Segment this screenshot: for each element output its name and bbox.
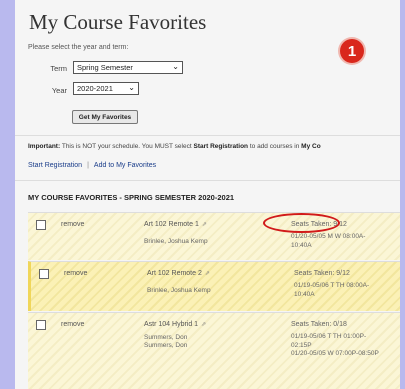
get-favorites-button[interactable]: Get My Favorites <box>72 110 138 124</box>
term-label: Term <box>50 64 67 73</box>
instruction-text: Please select the year and term: <box>28 44 129 51</box>
course-name: Art 102 Remote 1 ⇗ <box>144 221 207 228</box>
seats-taken: Seats Taken: 0/18 <box>291 321 347 328</box>
action-links: Start Registration | Add to My Favorites <box>28 162 156 169</box>
meeting-time-line: 10:40A <box>291 241 312 249</box>
year-label: Year <box>51 86 67 95</box>
instructor-line: Summers, Don <box>144 334 188 341</box>
external-link-icon[interactable]: ⇗ <box>202 222 207 228</box>
meeting-time-line: 01/20-05/05 M W 08:00A- <box>291 233 366 240</box>
meeting-time-line: 10:40A <box>294 290 315 298</box>
chevron-down-icon: ⌄ <box>172 62 179 71</box>
instructor-name: Summers, Don Summers, Don <box>144 334 187 350</box>
external-link-icon[interactable]: ⇗ <box>205 271 210 277</box>
important-notice: Important: This is NOT your schedule. Yo… <box>28 143 321 150</box>
year-select[interactable]: 2020-2021 ⌄ <box>73 82 139 95</box>
remove-checkbox[interactable] <box>36 320 46 330</box>
external-link-icon[interactable]: ⇗ <box>201 322 206 328</box>
favorite-row: remove Art 102 Remote 2 ⇗ Brinlee, Joshua… <box>28 261 400 311</box>
add-to-favorites-link[interactable]: Add to My Favorites <box>94 162 156 169</box>
meeting-time-line: 02:15P <box>291 341 312 349</box>
remove-label: remove <box>61 321 85 328</box>
favorite-row: remove Astr 104 Hybrid 1 ⇗ Summers, Don S… <box>28 312 400 389</box>
section-title: MY COURSE FAVORITES - SPRING SEMESTER 20… <box>28 193 235 202</box>
year-select-value: 2020-2021 <box>77 84 113 93</box>
page-frame: My Course Favorites 1 Please select the … <box>15 0 400 389</box>
divider <box>15 135 400 136</box>
divider <box>15 180 400 181</box>
meeting-times: 01/19-05/06 T TH 01:00P- 02:15P 01/20-05… <box>291 333 379 359</box>
course-link[interactable]: Art 102 Remote 1 <box>144 221 199 228</box>
start-registration-link[interactable]: Start Registration <box>28 162 82 169</box>
notice-tail: My Co <box>301 143 321 150</box>
chevron-down-icon: ⌄ <box>128 83 135 92</box>
page-title: My Course Favorites <box>29 10 207 34</box>
notice-start-registration: Start Registration <box>193 143 249 150</box>
term-select[interactable]: Spring Semester ⌄ <box>73 61 183 74</box>
favorite-row: remove Art 102 Remote 1 ⇗ Brinlee, Joshua… <box>28 212 400 260</box>
remove-label: remove <box>61 221 85 228</box>
seats-taken: Seats Taken: 9/12 <box>294 270 350 277</box>
meeting-time-line: 01/19-05/06 T TH 08:00A- <box>294 282 370 289</box>
term-select-value: Spring Semester <box>77 63 133 72</box>
instructor-name: Brinlee, Joshua Kemp <box>144 238 208 245</box>
remove-checkbox[interactable] <box>39 269 49 279</box>
notice-text-2: to add courses in <box>249 143 300 150</box>
course-name: Astr 104 Hybrid 1 ⇗ <box>144 321 206 328</box>
course-link[interactable]: Art 102 Remote 2 <box>147 270 202 277</box>
remove-label: remove <box>64 270 88 277</box>
important-label: Important: <box>28 143 61 150</box>
meeting-time-line: 01/19-05/06 T TH 01:00P- <box>291 333 367 340</box>
instructor-line: Summers, Don <box>144 342 188 349</box>
annotation-badge: 1 <box>340 39 364 63</box>
course-name: Art 102 Remote 2 ⇗ <box>147 270 210 277</box>
meeting-times: 01/20-05/05 M W 08:00A- 10:40A <box>291 233 365 250</box>
notice-text: This is NOT your schedule. You MUST sele… <box>61 143 192 150</box>
meeting-times: 01/19-05/06 T TH 08:00A- 10:40A <box>294 282 369 299</box>
link-separator: | <box>87 162 89 169</box>
annotation-circle <box>263 213 340 233</box>
course-link[interactable]: Astr 104 Hybrid 1 <box>144 321 198 328</box>
instructor-name: Brinlee, Joshua Kemp <box>147 287 211 294</box>
meeting-time-line: 01/20-05/05 W 07:00P-08:50P <box>291 350 379 357</box>
remove-checkbox[interactable] <box>36 220 46 230</box>
